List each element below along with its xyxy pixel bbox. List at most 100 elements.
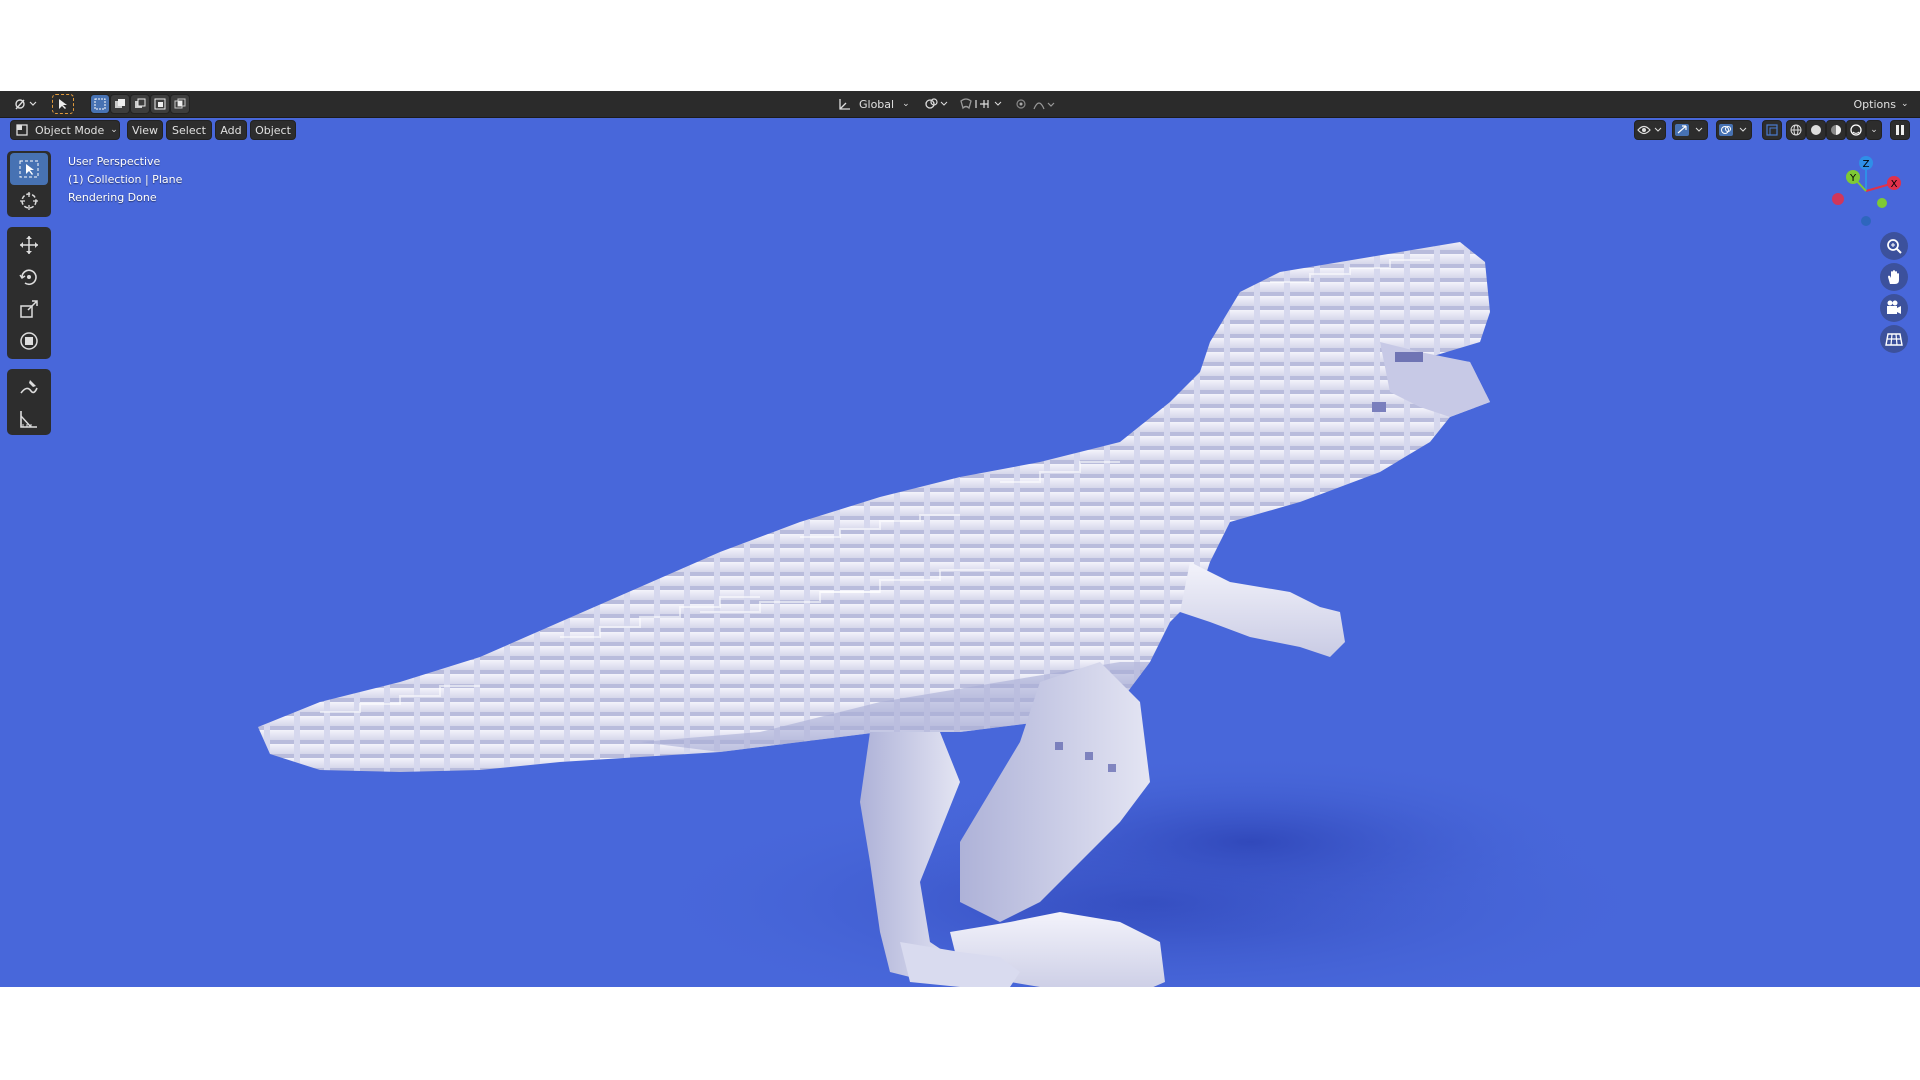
menu-add[interactable]: Add	[215, 120, 247, 140]
visibility-dropdown[interactable]	[1634, 120, 1666, 140]
eye-icon	[1637, 125, 1662, 135]
select-box-icon	[19, 160, 39, 178]
gizmo-neg-z[interactable]	[1861, 216, 1871, 226]
tool-move[interactable]	[10, 229, 48, 261]
chevron-down-icon: ⌄	[110, 125, 118, 135]
select-new-icon	[94, 98, 106, 110]
voxel-arm	[1180, 562, 1345, 657]
snapping-dropdown[interactable]	[956, 94, 1006, 114]
navigation-gizmo[interactable]: Z X Y	[1826, 153, 1920, 229]
object-mode-label: Object Mode	[35, 123, 105, 137]
hand-pan-icon	[1888, 270, 1899, 284]
gizmo-neg-y[interactable]	[1877, 198, 1887, 208]
xray-toggle[interactable]	[1762, 120, 1782, 140]
projection-toggle-button[interactable]	[1880, 325, 1908, 353]
menu-object-label: Object	[255, 123, 291, 137]
pause-icon	[1896, 125, 1904, 135]
tool-settings-header: Global ⌄ Options ⌄	[0, 91, 1920, 118]
transform-icon	[20, 332, 38, 350]
select-subtract-button[interactable]	[130, 94, 150, 114]
select-intersect-button[interactable]	[170, 94, 190, 114]
proportional-editing-button[interactable]	[1012, 94, 1060, 114]
object-mode-icon	[16, 124, 28, 136]
gizmo-y-label: Y	[1849, 173, 1857, 184]
select-extend-icon	[115, 99, 125, 108]
select-extend-button[interactable]	[110, 94, 130, 114]
viewport-render[interactable]	[0, 142, 1920, 987]
toolbar-group-transform	[7, 227, 51, 359]
blender-window: Global ⌄ Options ⌄ Object Mode ⌄ View Se…	[0, 91, 1920, 987]
gizmo-z-label: Z	[1863, 159, 1870, 170]
solid-sphere-icon	[1811, 125, 1821, 135]
tool-measure[interactable]	[10, 403, 48, 435]
gizmo-neg-x[interactable]	[1832, 193, 1844, 205]
zoom-icon	[1887, 239, 1902, 254]
select-invert-icon	[154, 98, 166, 110]
tool-scale[interactable]	[10, 293, 48, 325]
menu-add-label: Add	[220, 123, 242, 137]
orientation-axes-icon	[839, 99, 850, 110]
chevron-down-icon: ⌄	[902, 99, 910, 109]
transform-orientation-label: Global	[859, 97, 895, 111]
select-new-button[interactable]	[90, 94, 110, 114]
3d-cursor-icon	[20, 192, 38, 210]
toolbar-group-select	[7, 151, 51, 217]
shading-rendered-button[interactable]	[1846, 120, 1866, 140]
viewport-header: Object Mode ⌄ View Select Add Object ⌄	[0, 118, 1920, 142]
viewport-info: User Perspective (1) Collection | Plane …	[68, 153, 182, 207]
pivot-point-dropdown[interactable]	[920, 94, 952, 114]
select-intersect-icon	[174, 98, 186, 109]
gizmo-x-label: X	[1891, 179, 1898, 190]
object-mode-dropdown[interactable]: Object Mode ⌄	[10, 120, 120, 140]
menu-select[interactable]: Select	[166, 120, 212, 140]
pivot-point-icon	[925, 98, 948, 109]
menu-view-label: View	[131, 123, 159, 137]
gizmo-toggle[interactable]	[1672, 120, 1708, 140]
render-status: Rendering Done	[68, 191, 157, 204]
tool-cursor[interactable]	[10, 185, 48, 217]
options-label: Options	[1853, 97, 1896, 111]
material-sphere-icon	[1831, 125, 1841, 135]
scale-icon	[20, 300, 38, 318]
snap-magnet-icon	[960, 98, 1002, 110]
toolbar-group-annotate	[7, 369, 51, 435]
menu-object[interactable]: Object	[250, 120, 296, 140]
annotate-icon	[20, 380, 38, 394]
pause-render-button[interactable]	[1890, 120, 1910, 140]
tool-select-box[interactable]	[10, 153, 48, 185]
menu-view[interactable]: View	[127, 120, 163, 140]
shading-material-button[interactable]	[1826, 120, 1846, 140]
menu-select-label: Select	[172, 123, 206, 137]
chevron-down-icon: ⌄	[1900, 99, 1909, 109]
tool-rotate[interactable]	[10, 261, 48, 293]
voxel-body	[258, 242, 1490, 772]
select-cursor-icon	[59, 99, 67, 109]
rendered-sphere-icon	[1850, 124, 1862, 136]
select-mode-button[interactable]	[52, 94, 74, 114]
pan-button[interactable]	[1880, 263, 1908, 291]
tool-annotate[interactable]	[10, 371, 48, 403]
tool-transform[interactable]	[10, 325, 48, 357]
transform-orientation-dropdown[interactable]: Global ⌄	[832, 94, 912, 114]
editor-type-button[interactable]	[8, 94, 42, 114]
overlays-toggle[interactable]	[1716, 120, 1752, 140]
proportional-editing-icon	[1016, 99, 1055, 110]
camera-view-button[interactable]	[1880, 294, 1908, 322]
options-dropdown[interactable]: Options ⌄	[1850, 94, 1912, 114]
rotate-icon	[19, 269, 37, 286]
select-invert-button[interactable]	[150, 94, 170, 114]
measure-icon	[20, 411, 37, 428]
shading-solid-button[interactable]	[1806, 120, 1826, 140]
view-name: User Perspective	[68, 155, 161, 168]
chevron-down-icon: ⌄	[1870, 125, 1878, 135]
shading-options-dropdown[interactable]: ⌄	[1866, 120, 1882, 140]
editor-type-icon	[15, 99, 37, 110]
move-icon	[20, 236, 38, 254]
zoom-button[interactable]	[1880, 232, 1908, 260]
wireframe-sphere-icon	[1790, 124, 1802, 136]
select-subtract-icon	[135, 98, 146, 108]
shading-wireframe-button[interactable]	[1786, 120, 1806, 140]
camera-icon	[1887, 300, 1901, 314]
xray-icon	[1766, 124, 1778, 136]
grid-icon	[1885, 333, 1903, 346]
